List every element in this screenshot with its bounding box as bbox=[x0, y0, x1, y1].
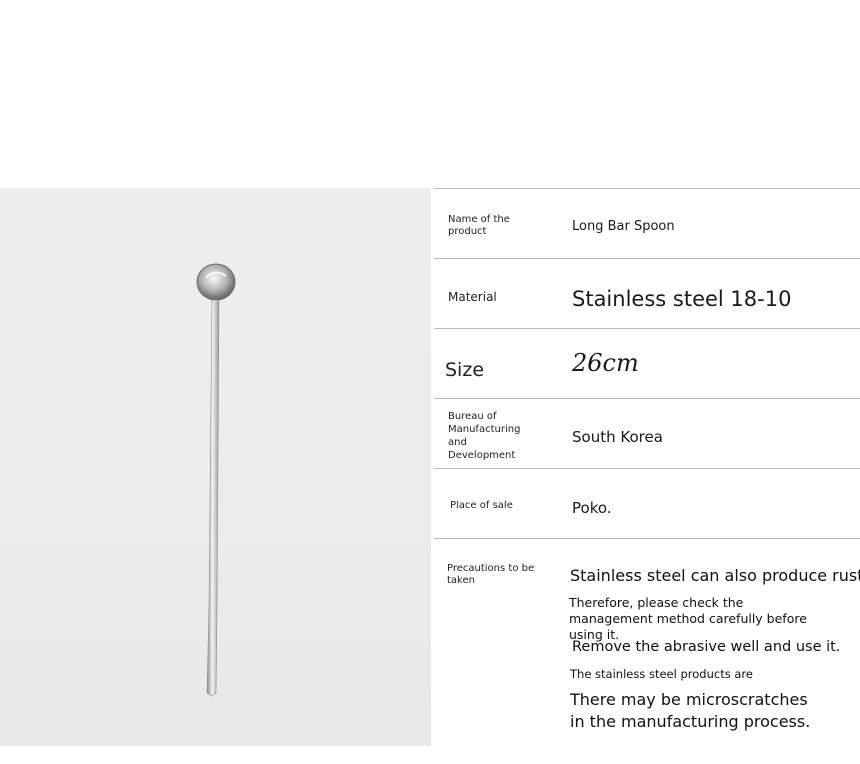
spec-row-origin: Bureau of Manufacturing and Development … bbox=[434, 398, 860, 469]
spec-value-material: Stainless steel 18-10 bbox=[572, 287, 792, 311]
precaution-line-5: There may be microscratches in the manuf… bbox=[570, 690, 811, 731]
spec-row-sale: Place of sale Poko. bbox=[434, 468, 860, 539]
precaution-line-4: The stainless steel products are bbox=[570, 667, 753, 681]
spec-value-name: Long Bar Spoon bbox=[572, 219, 675, 234]
spec-label-sale: Place of sale bbox=[450, 500, 513, 511]
spec-label-precautions: Precautions to be taken bbox=[447, 563, 535, 586]
spec-row-name: Name of the product Long Bar Spoon bbox=[434, 188, 860, 259]
spec-row-precautions: Precautions to be taken Stainless steel … bbox=[434, 538, 860, 749]
precaution-line-2: Therefore, please check the management m… bbox=[569, 595, 807, 642]
product-photo bbox=[0, 188, 431, 746]
spec-value-origin: South Korea bbox=[572, 428, 663, 446]
spec-label-origin: Bureau of Manufacturing and Development bbox=[448, 411, 521, 461]
spec-value-sale: Poko. bbox=[572, 499, 612, 517]
bar-spoon-image bbox=[196, 263, 236, 697]
spec-row-size: Size 26cm bbox=[434, 328, 860, 399]
spec-label-material: Material bbox=[448, 290, 497, 304]
precaution-line-1: Stainless steel can also produce rust bbox=[570, 566, 860, 585]
spec-value-size: 26cm bbox=[572, 349, 639, 377]
spec-row-material: Material Stainless steel 18-10 bbox=[434, 258, 860, 329]
spec-label-size: Size bbox=[445, 359, 485, 381]
precaution-line-3: Remove the abrasive well and use it. bbox=[572, 639, 841, 655]
spec-label-name: Name of the product bbox=[448, 214, 510, 237]
